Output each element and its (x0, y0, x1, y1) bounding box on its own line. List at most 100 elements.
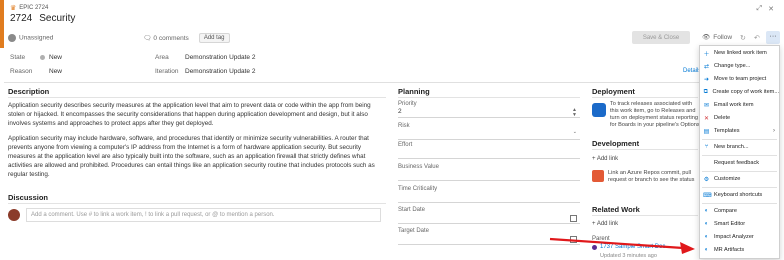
keyboard-icon: ⌨ (703, 192, 712, 199)
undo-icon[interactable]: ↶ (754, 34, 760, 42)
spinner-icon[interactable]: ▲ ▼ (572, 108, 577, 118)
risk-input[interactable]: ⌄ (398, 130, 580, 140)
discussion-rule (8, 203, 386, 204)
business-value-label: Business Value (398, 164, 439, 170)
menu-item-move-to-team-project[interactable]: ➜ Move to team project (700, 74, 779, 84)
state-label: State (10, 54, 26, 61)
related-work-heading: Related Work (592, 205, 640, 214)
target-date-label: Target Date (398, 228, 430, 234)
comments-link[interactable]: 🗨 0 comments (143, 34, 188, 42)
development-add-link[interactable]: + Add link (592, 156, 618, 162)
area-value: Demonstration Update 2 (185, 54, 256, 61)
menu-label: Email work item (714, 102, 754, 108)
reason-value: New (49, 68, 63, 75)
menu-item-email-work-item[interactable]: ✉ Email work item (700, 100, 779, 110)
epic-accent-bar (0, 0, 4, 48)
menu-item-keyboard-shortcuts[interactable]: ⌨ Keyboard shortcuts (700, 190, 779, 200)
state-value: New (49, 54, 63, 61)
copy-icon: ⧉ (703, 88, 708, 95)
git-icon (592, 170, 604, 182)
artifacts-icon: ◐ (704, 247, 709, 253)
avatar (8, 209, 20, 221)
menu-label: Create copy of work item... (712, 89, 779, 95)
branch-icon: ⑂ (704, 144, 709, 150)
state-field[interactable]: State New (10, 54, 62, 61)
start-date-label: Start Date (398, 207, 426, 213)
chevron-down-icon[interactable]: ⌄ (573, 130, 577, 135)
add-tag-button[interactable]: Add tag (198, 33, 230, 43)
comments-label: 0 comments (153, 35, 189, 42)
risk-label: Risk (398, 123, 410, 129)
save-close-button[interactable]: Save & Close (632, 31, 690, 44)
email-icon: ✉ (703, 102, 710, 109)
header-divider (4, 82, 780, 83)
comment-input[interactable]: Add a comment. Use # to link a work item… (26, 208, 381, 222)
deployment-rule (592, 97, 698, 98)
menu-label: New branch... (714, 144, 749, 150)
menu-label: Change type... (714, 63, 751, 69)
refresh-icon[interactable]: ↻ (740, 34, 746, 42)
priority-value: 2 (398, 108, 402, 115)
close-icon[interactable]: ✕ (768, 5, 774, 13)
menu-label: Customize (714, 176, 741, 182)
menu-label: Delete (714, 115, 731, 121)
start-date-field: Start Date (398, 207, 580, 224)
chevron-right-icon: › (773, 128, 775, 134)
related-add-link[interactable]: + Add link (592, 221, 618, 227)
iteration-label: Iteration (155, 68, 179, 75)
risk-field: Risk ⌄ (398, 123, 580, 140)
window-controls: ⤢ ✕ (757, 5, 774, 13)
menu-label: Smart Editor (714, 221, 746, 227)
menu-item-smart-editor[interactable]: ◐ Smart Editor (700, 219, 779, 229)
description-body[interactable]: Application security describes security … (8, 101, 386, 185)
menu-item-mr-artifacts[interactable]: ◐ MR Artifacts (700, 245, 779, 255)
menu-item-compare[interactable]: ◐ Compare (700, 206, 779, 216)
area-field[interactable]: Area Demonstration Update 2 (155, 54, 255, 61)
development-rule (592, 149, 698, 150)
menu-item-impact-analyzer[interactable]: ◐ Impact Analyzer (700, 232, 779, 242)
menu-label: Templates (714, 128, 740, 134)
menu-item-customize[interactable]: ⚙ Customize (700, 174, 779, 184)
menu-item-delete[interactable]: ✕ Delete (700, 113, 779, 123)
change-type-icon: ⇄ (703, 63, 710, 70)
expand-icon[interactable]: ⤢ (757, 5, 763, 13)
development-info: Link an Azure Repos commit, pull request… (592, 170, 700, 184)
comment-row: Add a comment. Use # to link a work item… (8, 208, 381, 222)
meta-row: Unassigned 🗨 0 comments Add tag (8, 33, 230, 43)
avatar (8, 34, 16, 42)
compare-icon: ◐ (704, 208, 709, 214)
menu-item-create-copy[interactable]: ⧉ Create copy of work item... (700, 87, 779, 97)
menu-label: New linked work item (714, 50, 767, 56)
discussion-heading: Discussion (8, 193, 49, 202)
menu-item-templates[interactable]: ▤ Templates › (700, 126, 779, 136)
reason-field[interactable]: Reason New (10, 68, 62, 75)
related-work-rule (592, 215, 698, 216)
follow-button[interactable]: 👁 Follow (702, 33, 732, 42)
area-label: Area (155, 54, 169, 61)
effort-input[interactable] (398, 149, 580, 159)
assignee-label: Unassigned (19, 34, 54, 42)
assignee[interactable]: Unassigned (8, 34, 53, 42)
title-row: 2724 Security (10, 13, 75, 24)
rocket-icon (592, 103, 606, 117)
calendar-icon[interactable] (570, 215, 577, 222)
start-date-input[interactable] (398, 214, 580, 224)
more-actions-menu: ＋ New linked work item ⇄ Change type... ➜ M… (699, 45, 780, 259)
menu-item-new-branch[interactable]: ⑂ New branch... (700, 142, 779, 152)
priority-field: Priority 2 ▲ ▼ (398, 101, 580, 118)
menu-item-request-feedback[interactable]: Request feedback (700, 158, 779, 168)
plus-icon: ＋ (703, 51, 710, 58)
time-criticality-input[interactable] (398, 193, 580, 203)
iteration-field[interactable]: Iteration Demonstration Update 2 (155, 68, 255, 75)
menu-label: Impact Analyzer (714, 234, 754, 240)
work-item-title[interactable]: Security (39, 13, 75, 24)
time-criticality-label: Time Criticality (398, 186, 438, 192)
more-actions-button[interactable]: ··· (766, 31, 780, 44)
menu-item-new-linked-work-item[interactable]: ＋ New linked work item (700, 48, 779, 58)
menu-divider (702, 155, 777, 156)
menu-item-change-type[interactable]: ⇄ Change type... (700, 61, 779, 71)
business-value-input[interactable] (398, 171, 580, 181)
annotation-arrow (549, 237, 695, 254)
priority-input[interactable]: 2 ▲ ▼ (398, 108, 580, 118)
menu-divider (702, 171, 777, 172)
